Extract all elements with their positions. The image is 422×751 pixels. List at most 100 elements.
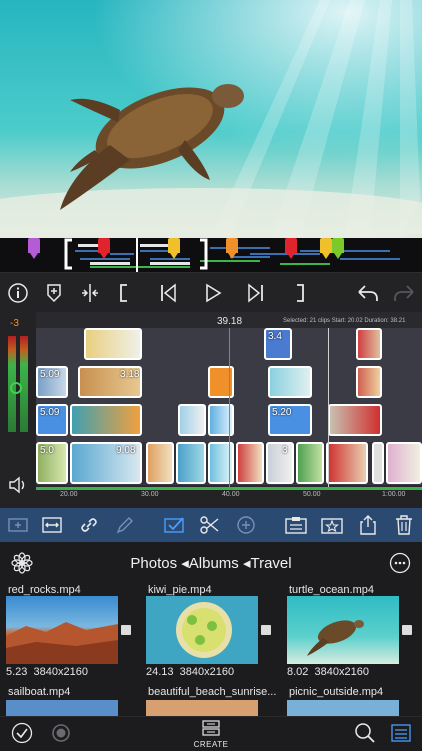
media-item[interactable]: kiwi_pie.mp4 24.13 3840x2160 bbox=[146, 582, 276, 682]
marker-icon[interactable] bbox=[42, 281, 66, 305]
list-view-icon[interactable] bbox=[390, 722, 412, 749]
media-name: sailboat.mp4 bbox=[8, 686, 71, 698]
in-point-icon[interactable] bbox=[112, 281, 136, 305]
clip[interactable]: 5.20 bbox=[268, 404, 312, 436]
clip[interactable] bbox=[296, 442, 324, 484]
ruler-tick: 30.00 bbox=[141, 491, 159, 498]
clip[interactable]: 3 bbox=[266, 442, 294, 484]
selection-info: Selected: 21 clips Start: 20.02 Duration… bbox=[283, 318, 406, 324]
pencil-icon[interactable] bbox=[113, 513, 137, 537]
media-name: turtle_ocean.mp4 bbox=[289, 584, 374, 596]
video-preview[interactable] bbox=[0, 0, 422, 238]
info-icon[interactable] bbox=[6, 281, 30, 305]
level-value: -3 bbox=[10, 318, 19, 329]
fit-icon[interactable] bbox=[40, 513, 64, 537]
media-name: picnic_outside.mp4 bbox=[289, 686, 384, 698]
link-icon[interactable] bbox=[77, 513, 101, 537]
speaker-icon[interactable] bbox=[8, 476, 28, 499]
clip[interactable] bbox=[70, 404, 142, 436]
clip[interactable]: 5.09 bbox=[36, 366, 68, 398]
skip-back-icon[interactable] bbox=[156, 281, 180, 305]
clip[interactable]: 3.18 bbox=[78, 366, 142, 398]
overview-timeline[interactable] bbox=[0, 238, 422, 272]
marker-purple[interactable] bbox=[28, 238, 40, 259]
media-item[interactable]: picnic_outside.mp4 bbox=[287, 684, 417, 716]
marker-yellow[interactable] bbox=[168, 238, 180, 259]
select-icon[interactable] bbox=[163, 513, 187, 537]
timeline[interactable]: -3 39.18 Selected: 21 clips Start: 20.02… bbox=[0, 312, 422, 508]
marker-red-2[interactable] bbox=[285, 238, 297, 259]
clip[interactable] bbox=[84, 328, 142, 360]
play-icon[interactable] bbox=[200, 281, 224, 305]
clip[interactable] bbox=[146, 442, 174, 484]
marker-green[interactable] bbox=[332, 238, 344, 259]
add-icon[interactable] bbox=[234, 513, 258, 537]
clip[interactable]: 3.4 bbox=[264, 328, 292, 360]
playhead[interactable] bbox=[229, 328, 230, 487]
marker-yellow-2[interactable] bbox=[320, 238, 332, 259]
edit-toolbar bbox=[0, 508, 422, 542]
ruler-tick: 40.00 bbox=[222, 491, 240, 498]
scissors-icon[interactable] bbox=[198, 513, 222, 537]
bottom-bar: CREATE bbox=[0, 716, 422, 751]
out-point-icon[interactable] bbox=[288, 281, 312, 305]
clip[interactable] bbox=[372, 442, 384, 484]
media-item[interactable]: turtle_ocean.mp4 8.02 3840x2160 bbox=[287, 582, 417, 682]
redo-icon[interactable] bbox=[392, 281, 416, 305]
media-browser-header: Photos ◂Albums ◂Travel bbox=[0, 542, 422, 582]
media-item[interactable]: beautiful_beach_sunrise... bbox=[146, 684, 276, 716]
media-thumbnail bbox=[287, 596, 399, 664]
media-resolution: 3840x2160 bbox=[314, 666, 369, 678]
ellipsis-icon[interactable] bbox=[389, 552, 411, 579]
share-icon[interactable] bbox=[356, 513, 380, 537]
media-grid: red_rocks.mp4 5.23 3840x2160 kiwi_pie.mp… bbox=[0, 582, 422, 716]
clip[interactable] bbox=[178, 404, 206, 436]
playhead-time: 39.18 bbox=[217, 316, 243, 327]
out-marker-line bbox=[328, 328, 329, 487]
media-resolution: 3840x2160 bbox=[179, 666, 235, 678]
media-name: beautiful_beach_sunrise... bbox=[148, 686, 277, 698]
media-thumbnail bbox=[146, 596, 258, 664]
media-item[interactable]: red_rocks.mp4 5.23 3840x2160 bbox=[6, 582, 136, 682]
clip[interactable]: 9.08 bbox=[70, 442, 142, 484]
ruler-tick: 50.00 bbox=[303, 491, 321, 498]
media-thumbnail bbox=[6, 596, 118, 664]
clip[interactable] bbox=[208, 404, 234, 436]
checkmark-icon[interactable] bbox=[11, 722, 33, 749]
clip[interactable] bbox=[208, 442, 234, 484]
marker-orange[interactable] bbox=[226, 238, 238, 259]
breadcrumb[interactable]: Photos ◂Albums ◂Travel bbox=[0, 554, 422, 572]
skip-forward-icon[interactable] bbox=[244, 281, 268, 305]
add-track-icon[interactable] bbox=[6, 513, 30, 537]
clip[interactable] bbox=[356, 366, 382, 398]
media-duration: 24.13 bbox=[146, 666, 174, 678]
marker-red[interactable] bbox=[98, 238, 110, 259]
clip[interactable] bbox=[236, 442, 264, 484]
time-ruler[interactable]: 20.00 30.00 40.00 50.00 1:00.00 bbox=[36, 487, 422, 508]
clip[interactable] bbox=[268, 366, 312, 398]
transport-toolbar bbox=[0, 272, 422, 313]
undo-icon[interactable] bbox=[356, 281, 380, 305]
clipboard-icon[interactable] bbox=[284, 513, 308, 537]
create-label: CREATE bbox=[193, 740, 229, 749]
favorite-icon[interactable] bbox=[320, 513, 344, 537]
clip[interactable]: 5.09 bbox=[36, 404, 68, 436]
create-button[interactable]: CREATE bbox=[186, 719, 236, 751]
media-duration: 8.02 bbox=[287, 666, 309, 678]
media-item[interactable]: sailboat.mp4 bbox=[6, 684, 136, 716]
clip[interactable] bbox=[328, 404, 382, 436]
clip[interactable]: 5.0 bbox=[36, 442, 68, 484]
split-icon[interactable] bbox=[78, 281, 102, 305]
media-resolution: 3840x2160 bbox=[33, 666, 88, 678]
clip[interactable] bbox=[176, 442, 206, 484]
clip[interactable] bbox=[208, 366, 234, 398]
preview-frame bbox=[0, 0, 422, 238]
clip[interactable] bbox=[326, 442, 368, 484]
record-icon[interactable] bbox=[50, 722, 72, 749]
video-icon bbox=[402, 625, 412, 635]
clip[interactable] bbox=[386, 442, 422, 484]
clip[interactable] bbox=[356, 328, 382, 360]
trash-icon[interactable] bbox=[392, 513, 416, 537]
level-knob[interactable] bbox=[10, 382, 22, 394]
search-icon[interactable] bbox=[354, 722, 376, 749]
